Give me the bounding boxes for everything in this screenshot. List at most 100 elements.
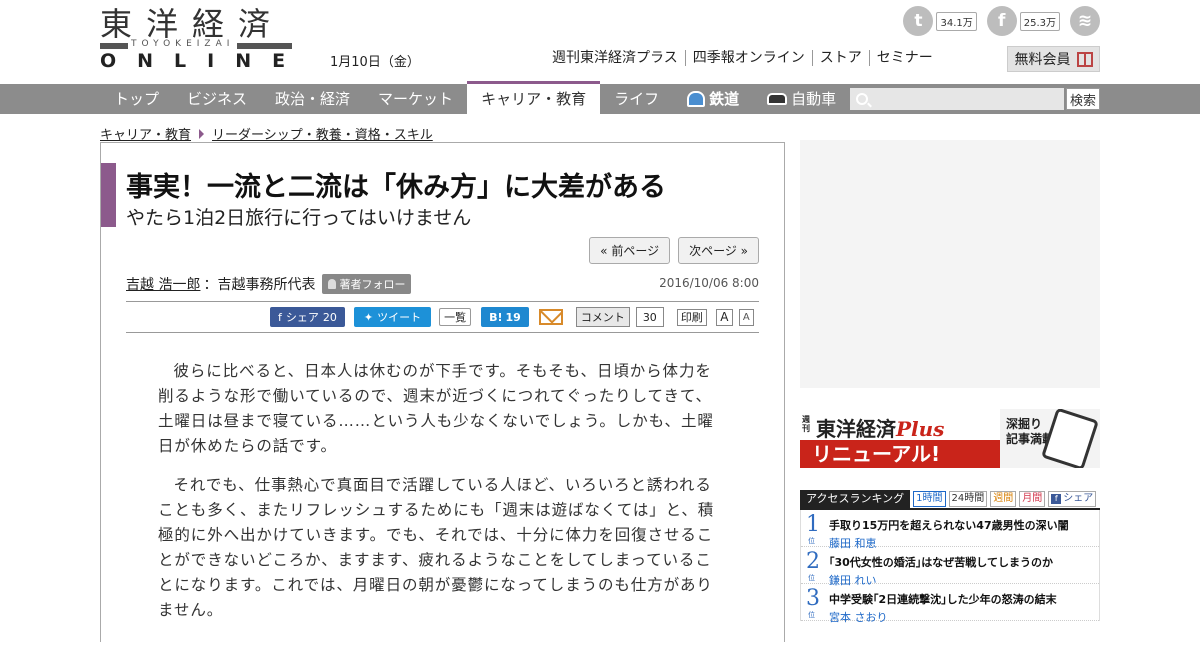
font-small-button[interactable]: A [738,308,754,326]
rank-unit: 位 [808,611,815,619]
hatena-count: 19 [505,310,521,324]
author-role: ：吉越事務所代表 [203,277,316,293]
facebook-icon: f [1051,494,1062,504]
logo-band: TOYOKEIZAI [100,39,292,49]
tab-monthly[interactable]: 月間 [1019,491,1046,507]
prev-page-button[interactable]: « 前ページ [589,237,671,264]
author-follow-button[interactable]: 著者フォロー [322,274,412,294]
list-item[interactable]: 3 位 中学受験｢2日連続撃沈｣した少年の怒涛の結末 宮本 さおり [801,584,1099,624]
article-body: 彼らに比べると、日本人は休むのが下手です。そもそも、日頃から体力を削るような形で… [158,359,728,637]
twitter-count: 34.1万 [936,11,977,31]
banner-right: 深掘り 記事満載 [1000,409,1100,468]
nav-market[interactable]: マーケット [364,84,467,114]
rank-number: 1 [806,512,820,537]
tab-share[interactable]: f シェア [1048,491,1097,507]
rank-author: 宮本 さおり [829,611,888,624]
link-shikiho[interactable]: 四季報オンライン [684,50,812,66]
tab-1hour[interactable]: 1時間 [913,491,946,507]
car-icon [767,93,788,105]
facebook-share-label: シェア [285,311,319,324]
banner-magazine-name: 東洋経済 [816,417,896,441]
hatena-icon: B! [489,310,503,324]
rank-title: 中学受験｢2日連続撃沈｣した少年の怒涛の結末 [829,593,1057,606]
search-button[interactable]: 検索 [1066,88,1100,110]
main-nav: トップ ビジネス 政治・経済 マーケット キャリア・教育 ライフ 鉄道 自動車 … [0,81,1200,114]
publish-date: 2016/10/06 8:00 [659,276,759,290]
banner-renewal: リニューアル! [800,440,1000,468]
tab-weekly[interactable]: 週間 [990,491,1017,507]
next-page-button[interactable]: 次ページ » [678,237,759,264]
comment-count[interactable]: 30 [635,307,664,327]
print-button[interactable]: 印刷 [676,308,707,326]
facebook-icon: f [986,6,1017,36]
title-accent-bar [101,163,116,227]
twitter-icon: t [903,6,934,36]
access-ranking: アクセスランキング 1時間 24時間 週間 月間 f シェア 1 位 手取り15… [800,490,1100,650]
rank-number: 2 [806,549,820,574]
free-member-button[interactable]: 無料会員 [1007,46,1100,72]
banner-magazine: 東洋経済Plus [816,413,944,442]
nav-railway[interactable]: 鉄道 [673,84,753,114]
follow-label: 著者フォロー [339,278,406,291]
banner-left: 週刊 東洋経済Plus リニューアル! [800,409,1000,468]
ranking-title: アクセスランキング [800,490,911,508]
nav-automobile[interactable]: 自動車 [753,84,850,114]
rank-title: 手取り15万円を超えられない47歳男性の深い闇 [829,519,1069,532]
search-icon [856,93,868,105]
list-item[interactable]: 1 位 手取り15万円を超えられない47歳男性の深い闇 藤田 和恵 [801,510,1099,550]
rss-icon: ≋ [1070,6,1100,36]
twitter-icon: ✦ [363,310,374,324]
site-header: 東洋経済 TOYOKEIZAI ONLINE 1月10日（金） t 34.1万 … [0,0,1200,84]
banner-small-label: 週刊 [802,415,810,433]
current-date: 1月10日（金） [330,55,420,70]
pager: « 前ページ 次ページ » [589,237,759,264]
banner-plus: Plus [896,417,945,441]
social-links: t 34.1万 f 25.3万 ≋ [903,6,1100,36]
twitter-follow[interactable]: t 34.1万 [903,6,977,36]
hatena-bookmark-button[interactable]: B! 19 [481,307,529,327]
site-logo[interactable]: 東洋経済 TOYOKEIZAI ONLINE [100,6,292,71]
comment-button[interactable]: コメント [575,307,630,327]
link-seminar[interactable]: セミナー [868,50,940,66]
share-bar: f シェア 20 ✦ ツイート 一覧 B! 19 コメント 30 印刷 A A [270,307,754,327]
logo-roman: TOYOKEIZAI [128,39,238,49]
rss-link[interactable]: ≋ [1070,6,1100,36]
weekly-plus-banner[interactable]: 週刊 東洋経済Plus リニューアル! 深掘り 記事満載 [800,409,1100,468]
gift-icon [1076,51,1093,67]
list-item[interactable]: 2 位 ｢30代女性の婚活｣はなぜ苦戦してしまうのか 鎌田 れい [801,547,1099,587]
link-weekly-plus[interactable]: 週刊東洋経済プラス [545,50,685,66]
link-store[interactable]: ストア [811,50,869,66]
article-paragraph: 彼らに比べると、日本人は休むのが下手です。そもそも、日頃から体力を削るような形で… [158,362,714,455]
search-form: 検索 [850,88,1100,110]
font-large-button[interactable]: A [715,308,733,326]
banner-tag-line1: 深掘り [1006,417,1043,431]
nav-career-education[interactable]: キャリア・教育 [467,81,601,114]
breadcrumb-career[interactable]: キャリア・教育 [100,124,191,143]
article-paragraph: それでも、仕事熱心で真面目で活躍している人ほど、いろいろと誘われることも多く、ま… [158,476,715,619]
nav-life[interactable]: ライフ [600,84,673,114]
facebook-icon: f [278,310,282,324]
tweet-label: ツイート [377,311,422,324]
breadcrumb-leadership[interactable]: リーダーシップ・教養・資格・スキル [212,124,433,143]
article-title: 事実！一流と二流は「休み方」に大差がある [126,172,666,203]
facebook-follow[interactable]: f 25.3万 [986,6,1060,36]
facebook-share-button[interactable]: f シェア 20 [270,307,345,327]
mail-icon[interactable] [538,309,563,325]
author-name[interactable]: 吉越 浩一郎 [126,274,200,294]
train-icon [687,91,706,107]
tweet-list-link[interactable]: 一覧 [439,308,472,326]
ranking-header: アクセスランキング 1時間 24時間 週間 月間 f シェア [800,490,1100,510]
member-label: 無料会員 [1014,52,1071,68]
facebook-share-count: 20 [322,310,337,324]
chevron-right-icon [199,128,205,139]
article-panel: 事実！一流と二流は「休み方」に大差がある やたら1泊2日旅行に行ってはいけません… [100,142,785,642]
nav-politics-economy[interactable]: 政治・経済 [261,84,364,114]
logo-online: ONLINE [100,50,307,72]
search-input[interactable] [850,88,1064,110]
tab-24hours[interactable]: 24時間 [948,491,988,507]
tweet-button[interactable]: ✦ ツイート [353,307,432,327]
nav-railway-label: 鉄道 [709,90,740,108]
nav-top[interactable]: トップ [100,84,173,114]
nav-business[interactable]: ビジネス [173,84,261,114]
nav-items: トップ ビジネス 政治・経済 マーケット キャリア・教育 ライフ 鉄道 自動車 [100,81,850,114]
